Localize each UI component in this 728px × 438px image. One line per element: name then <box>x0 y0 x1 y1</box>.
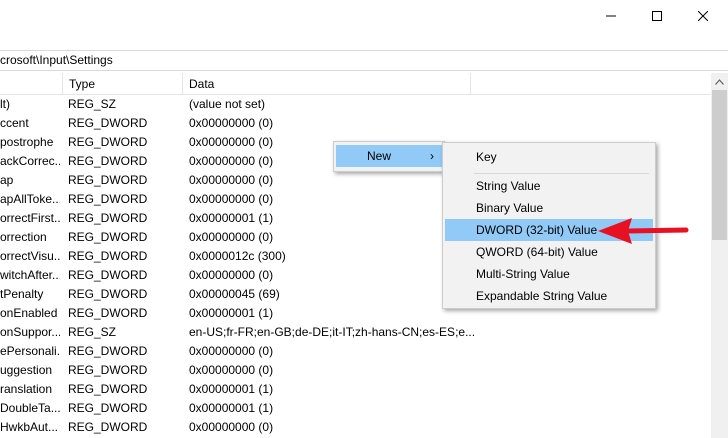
value-data: 0x00000001 (1) <box>189 401 274 415</box>
value-type: REG_DWORD <box>68 211 148 225</box>
value-type: REG_DWORD <box>68 344 148 358</box>
column-header-type[interactable]: Type <box>63 73 182 95</box>
value-name: lt) <box>0 97 10 111</box>
table-row[interactable]: ranslation REG_DWORD 0x00000001 (1) <box>0 380 711 399</box>
value-name: orrectFirst... <box>0 211 60 225</box>
table-row[interactable]: DoubleTa... REG_DWORD 0x00000001 (1) <box>0 399 711 418</box>
table-row[interactable]: HwkbAut... REG_DWORD 0x00000000 (0) <box>0 418 711 437</box>
value-type: REG_DWORD <box>68 306 148 320</box>
value-name: ePersonali... <box>0 344 60 358</box>
column-divider[interactable] <box>470 73 471 95</box>
value-type: REG_DWORD <box>68 230 148 244</box>
value-data: 0x00000045 (69) <box>189 287 280 301</box>
value-name: witchAfter... <box>0 268 60 282</box>
menu-item-key[interactable]: Key <box>445 146 653 168</box>
value-type: REG_DWORD <box>68 287 148 301</box>
title-bar <box>0 0 728 31</box>
value-data: (value not set) <box>189 97 266 111</box>
maximize-button[interactable] <box>634 0 680 31</box>
chevron-right-icon: › <box>430 149 434 163</box>
value-name: postrophe <box>0 135 54 149</box>
annotation-arrow-icon <box>598 218 689 244</box>
menu-item-new[interactable]: New › <box>336 145 442 167</box>
value-data: 0x00000000 (0) <box>189 268 274 282</box>
value-data: 0x00000000 (0) <box>189 230 274 244</box>
value-type: REG_DWORD <box>68 154 148 168</box>
value-type: REG_DWORD <box>68 192 148 206</box>
value-name: apAllToke... <box>0 192 60 206</box>
value-name: ap <box>0 173 14 187</box>
value-name: uggestion <box>0 363 53 377</box>
value-data: 0x00000000 (0) <box>189 344 274 358</box>
table-row[interactable]: onSuppor... REG_SZ en-US;fr-FR;en-GB;de-DE… <box>0 323 711 342</box>
value-name: ranslation <box>0 382 53 396</box>
value-name: ackCorrec... <box>0 154 60 168</box>
value-name: tPenalty <box>0 287 44 301</box>
scroll-up-button[interactable] <box>711 73 728 90</box>
value-data: en-US;fr-FR;en-GB;de-DE;it-IT;zh-hans-CN… <box>189 325 476 339</box>
value-data: 0x00000000 (0) <box>189 363 274 377</box>
value-name: onEnabled <box>0 306 58 320</box>
value-type: REG_DWORD <box>68 363 148 377</box>
value-type: REG_DWORD <box>68 401 148 415</box>
minimize-icon <box>606 15 616 16</box>
value-data: 0x00000000 (0) <box>189 173 274 187</box>
value-data: 0x00000000 (0) <box>189 420 274 434</box>
value-type: REG_DWORD <box>68 420 148 434</box>
value-type: REG_DWORD <box>68 268 148 282</box>
address-path: crosoft\Input\Settings <box>0 53 113 67</box>
maximize-icon <box>652 10 662 21</box>
value-name: orrection <box>0 230 47 244</box>
address-bar[interactable]: crosoft\Input\Settings <box>0 50 728 71</box>
value-name: orrectVisu... <box>0 249 60 263</box>
table-row[interactable]: lt) REG_SZ (value not set) <box>0 95 711 114</box>
value-name: DoubleTa... <box>0 401 60 415</box>
value-name: HwkbAut... <box>0 420 59 434</box>
column-header-data[interactable]: Data <box>183 73 469 95</box>
value-data: 0x00000000 (0) <box>189 192 274 206</box>
menu-item-new-label: New <box>367 149 392 163</box>
chevron-up-icon <box>715 78 724 85</box>
value-type: REG_SZ <box>68 97 117 111</box>
value-data: 0x0000012c (300) <box>189 249 286 263</box>
value-type: REG_DWORD <box>68 173 148 187</box>
close-button[interactable] <box>680 0 726 31</box>
list-header: Type Data <box>0 73 711 95</box>
menu-item-expandable-string-value[interactable]: Expandable String Value <box>445 285 653 307</box>
scrollbar-thumb[interactable] <box>712 90 727 240</box>
menu-item-string-value[interactable]: String Value <box>445 175 653 197</box>
value-type: REG_DWORD <box>68 116 148 130</box>
value-name: onSuppor... <box>0 325 60 339</box>
menu-item-multi-string-value[interactable]: Multi-String Value <box>445 263 653 285</box>
table-row[interactable]: ccent REG_DWORD 0x00000000 (0) <box>0 114 711 133</box>
value-data: 0x00000001 (1) <box>189 211 274 225</box>
value-name: ccent <box>0 116 29 130</box>
value-type: REG_DWORD <box>68 135 148 149</box>
value-type: REG_SZ <box>68 325 117 339</box>
value-data: 0x00000000 (0) <box>189 116 274 130</box>
close-icon <box>698 10 708 21</box>
value-data: 0x00000001 (1) <box>189 306 274 320</box>
vertical-scrollbar[interactable] <box>711 73 728 438</box>
column-header-name[interactable] <box>0 73 62 95</box>
minimize-button[interactable] <box>588 0 634 31</box>
menu-separator <box>474 173 649 174</box>
context-menu: New › <box>333 141 445 172</box>
value-type: REG_DWORD <box>68 249 148 263</box>
table-row[interactable]: ePersonali... REG_DWORD 0x00000000 (0) <box>0 342 711 361</box>
table-row[interactable]: uggestion REG_DWORD 0x00000000 (0) <box>0 361 711 380</box>
value-data: 0x00000001 (1) <box>189 382 274 396</box>
value-type: REG_DWORD <box>68 382 148 396</box>
